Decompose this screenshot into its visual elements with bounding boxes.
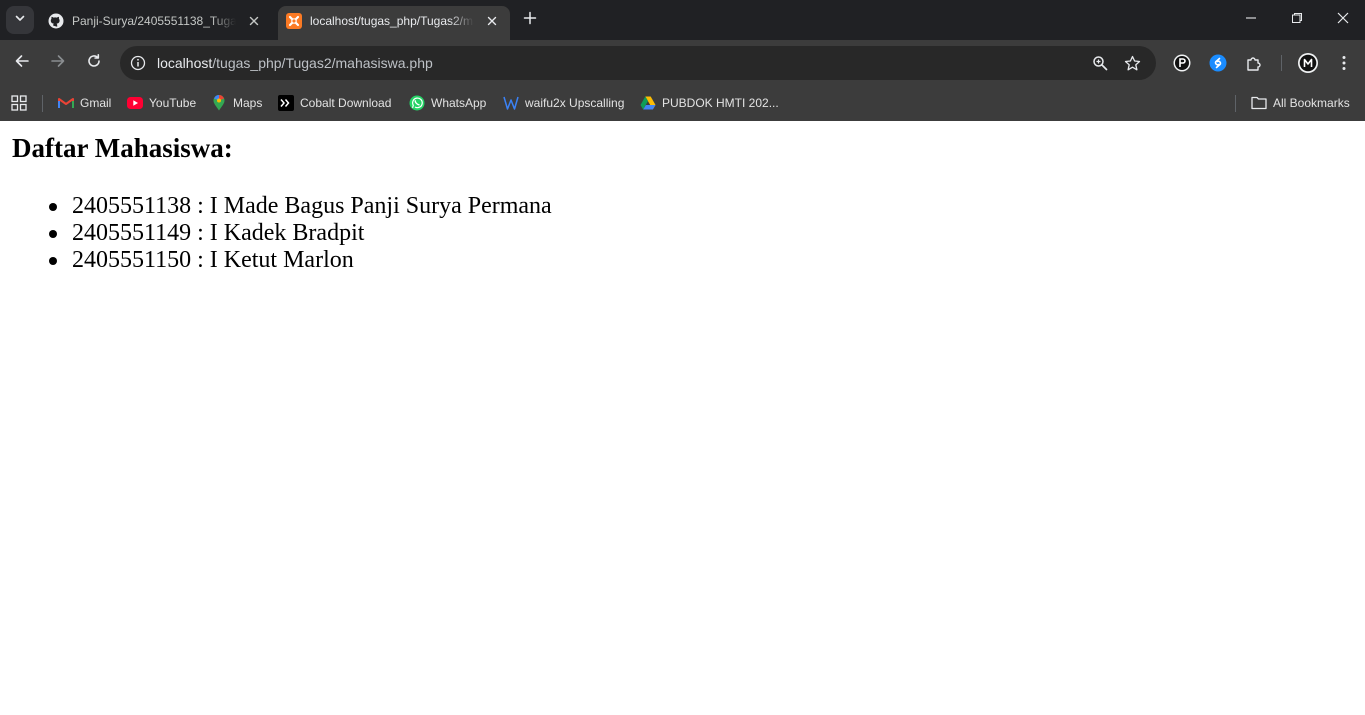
minimize-icon: [1245, 11, 1257, 29]
close-icon: [1337, 11, 1349, 29]
shazam-extension-icon[interactable]: [1207, 52, 1229, 74]
url-text[interactable]: localhost/tugas_php/Tugas2/mahasiswa.php: [157, 55, 433, 71]
folder-icon: [1251, 95, 1267, 111]
arrow-left-icon: [14, 53, 30, 74]
bookmark-star-icon[interactable]: [1122, 53, 1142, 73]
tab-mahasiswa[interactable]: localhost/tugas_php/Tugas2/mahasiswa.php: [278, 6, 510, 40]
extensions-puzzle-icon[interactable]: [1243, 52, 1265, 74]
bullet-icon: [49, 230, 57, 238]
page-content: Daftar Mahasiswa: 2405551138 : I Made Ba…: [0, 121, 1365, 715]
menu-dots-icon[interactable]: [1333, 52, 1355, 74]
close-icon[interactable]: [246, 13, 262, 29]
forward-button[interactable]: [44, 49, 72, 77]
extension-p-icon[interactable]: [1171, 52, 1193, 74]
bookmark-gmail[interactable]: Gmail: [58, 92, 111, 114]
profile-avatar[interactable]: [1297, 52, 1319, 74]
youtube-icon: [127, 95, 143, 111]
xampp-icon: [286, 13, 302, 29]
list-item: 2405551138 : I Made Bagus Panji Surya Pe…: [0, 193, 552, 220]
site-info-icon[interactable]: [128, 53, 148, 73]
apps-grid-icon[interactable]: [10, 94, 28, 112]
list-item: 2405551149 : I Kadek Bradpit: [0, 220, 552, 247]
reload-icon: [86, 53, 102, 74]
student-name: I Ketut Marlon: [209, 247, 354, 273]
whatsapp-icon: [409, 95, 425, 111]
tab-title: localhost/tugas_php/Tugas2/mahasiswa.php: [310, 14, 474, 28]
bookmarks-divider: [42, 95, 43, 112]
bullet-icon: [49, 257, 57, 265]
list-item: 2405551150 : I Ketut Marlon: [0, 247, 552, 274]
cobalt-icon: [278, 95, 294, 111]
bookmark-cobalt-download[interactable]: Cobalt Download: [278, 92, 391, 114]
student-nim: 2405551149: [72, 220, 192, 246]
restore-button[interactable]: [1274, 0, 1320, 40]
separator: :: [191, 193, 210, 219]
window-close-button[interactable]: [1320, 0, 1365, 40]
all-bookmarks-button[interactable]: All Bookmarks: [1251, 92, 1350, 114]
tab-strip: Panji-Surya/2405551138_Tugas localhost/t…: [0, 0, 1365, 40]
bookmark-label: Gmail: [80, 96, 112, 110]
tab-title: Panji-Surya/2405551138_Tugas: [72, 14, 236, 28]
address-bar[interactable]: localhost/tugas_php/Tugas2/mahasiswa.php: [120, 46, 1156, 80]
student-name: I Made Bagus Panji Surya Permana: [209, 193, 552, 219]
bookmark-waifu2x[interactable]: waifu2x Upscalling: [503, 92, 624, 114]
bookmark-label: waifu2x Upscalling: [525, 96, 625, 110]
google-drive-icon: [640, 95, 656, 111]
bookmark-label: Maps: [233, 96, 263, 110]
waifu2x-icon: [503, 95, 519, 111]
restore-icon: [1291, 11, 1303, 29]
toolbar: localhost/tugas_php/Tugas2/mahasiswa.php: [0, 40, 1365, 86]
student-name: I Kadek Bradpit: [209, 220, 365, 246]
bookmark-label: YouTube: [149, 96, 197, 110]
back-button[interactable]: [8, 49, 36, 77]
reload-button[interactable]: [80, 49, 108, 77]
url-host: localhost: [157, 55, 213, 71]
student-nim: 2405551138: [72, 193, 192, 219]
zoom-icon[interactable]: [1090, 53, 1110, 73]
arrow-right-icon: [50, 53, 66, 74]
all-bookmarks-label: All Bookmarks: [1273, 96, 1350, 110]
bullet-icon: [49, 203, 57, 211]
bookmark-pubdok-hmti[interactable]: PUBDOK HMTI 202...: [640, 92, 779, 114]
bookmark-maps[interactable]: Maps: [211, 92, 262, 114]
separator: :: [191, 247, 210, 273]
url-path: /tugas_php/Tugas2/mahasiswa.php: [212, 55, 433, 71]
bookmark-youtube[interactable]: YouTube: [127, 92, 196, 114]
github-icon: [48, 13, 64, 29]
gmail-icon: [58, 95, 74, 111]
tab-search-button[interactable]: [6, 6, 34, 34]
toolbar-divider: [1281, 55, 1282, 71]
bookmark-label: WhatsApp: [431, 96, 487, 110]
plus-icon: [523, 11, 537, 30]
minimize-button[interactable]: [1228, 0, 1274, 40]
close-icon[interactable]: [484, 13, 500, 29]
new-tab-button[interactable]: [518, 8, 542, 32]
bookmarks-bar: Gmail YouTube Maps Cobalt Download Whats…: [0, 86, 1365, 121]
chevron-down-icon: [14, 11, 26, 29]
bookmarks-divider: [1235, 95, 1236, 112]
maps-icon: [211, 95, 227, 111]
bookmark-label: Cobalt Download: [300, 96, 392, 110]
page-heading: Daftar Mahasiswa:: [12, 133, 233, 163]
student-nim: 2405551150: [72, 247, 192, 273]
student-list: 2405551138 : I Made Bagus Panji Surya Pe…: [0, 193, 552, 274]
tab-github[interactable]: Panji-Surya/2405551138_Tugas: [40, 6, 272, 40]
separator: :: [191, 220, 210, 246]
bookmark-label: PUBDOK HMTI 202...: [662, 96, 779, 110]
bookmark-whatsapp[interactable]: WhatsApp: [409, 92, 486, 114]
